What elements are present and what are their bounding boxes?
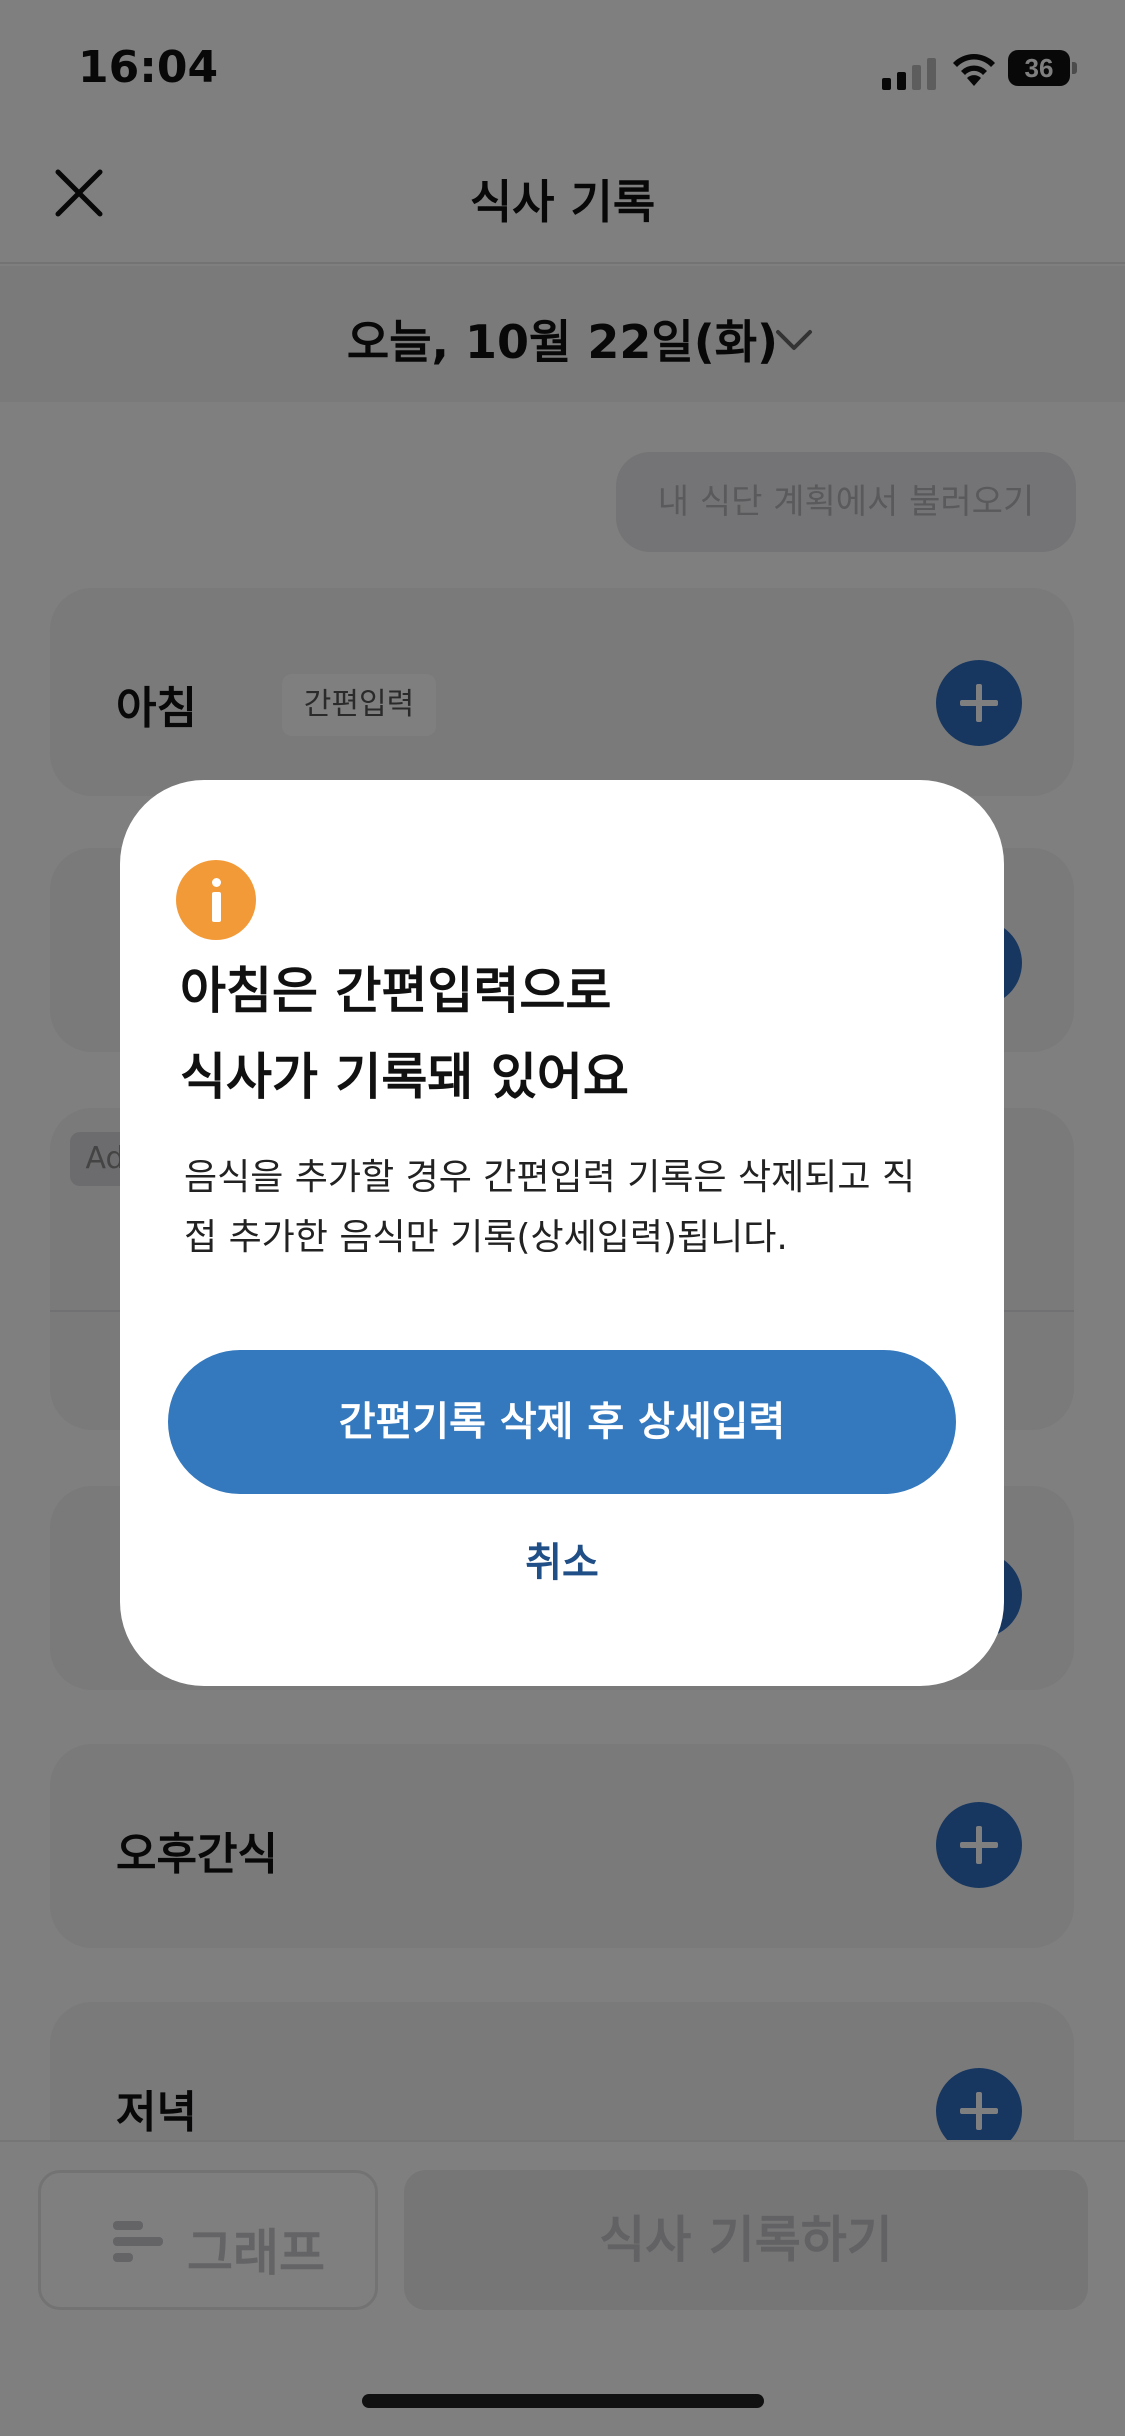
dialog-title-line: 식사가 기록돼 있어요 [180,1048,629,1106]
info-icon [176,860,256,940]
delete-and-detail-input-button[interactable]: 간편기록 삭제 후 상세입력 [168,1350,956,1494]
dialog-title-line: 아침은 간편입력으로 [180,962,612,1020]
home-indicator[interactable] [362,2394,764,2408]
confirm-dialog: 아침은 간편입력으로 식사가 기록돼 있어요 음식을 추가할 경우 간편입력 기… [120,780,1004,1686]
dialog-title: 아침은 간편입력으로 식사가 기록돼 있어요 [180,948,960,1120]
dialog-message: 음식을 추가할 경우 간편입력 기록은 삭제되고 직접 추가한 음식만 기록(상… [184,1157,916,1258]
cancel-button[interactable]: 취소 [412,1528,712,1598]
